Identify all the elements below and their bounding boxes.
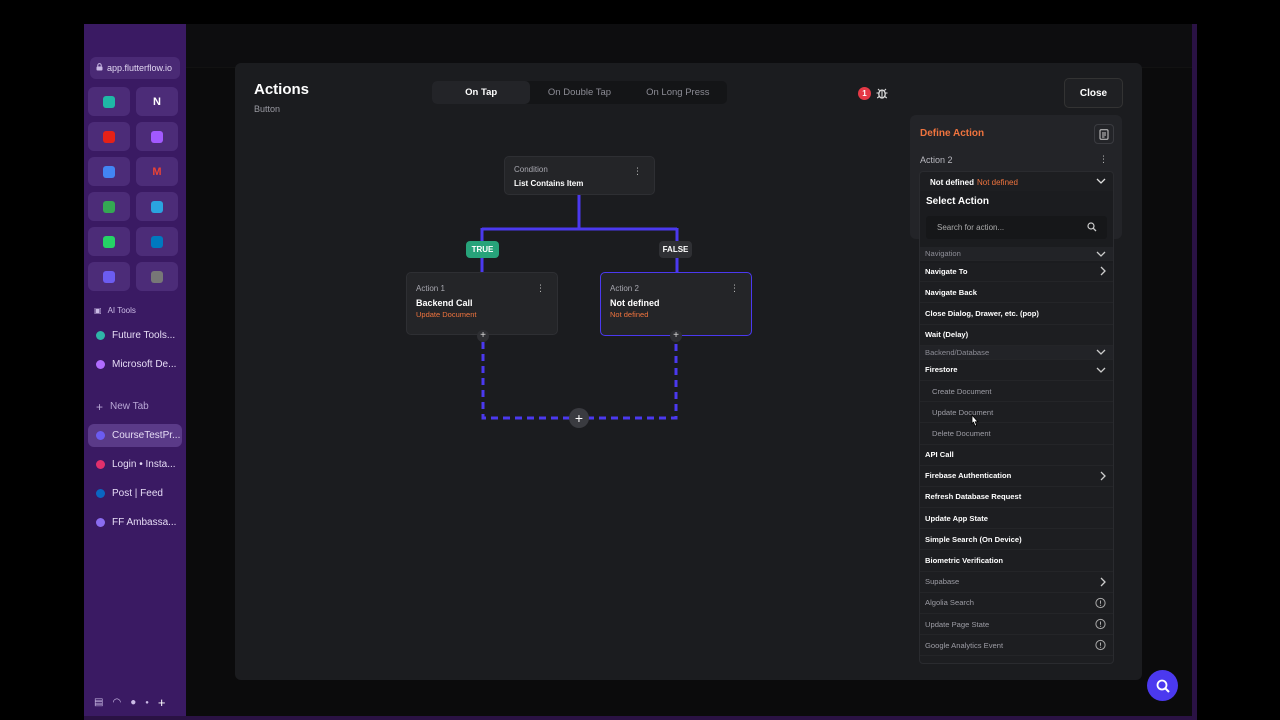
action-category[interactable]: Backend/Database	[920, 345, 1113, 360]
action-option[interactable]: Firestore	[920, 360, 1113, 381]
define-action-title: Define Action	[920, 128, 985, 139]
info-icon[interactable]	[1095, 597, 1106, 609]
action-option-label: Simple Search (On Device)	[925, 534, 1022, 544]
chevron-down-icon	[1096, 349, 1106, 356]
action-option[interactable]: Update App State	[920, 508, 1113, 530]
action-option-label: Update Document	[932, 407, 994, 417]
action-option[interactable]: Biometric Verification	[920, 550, 1113, 572]
action-type-select[interactable]: Not defined Not defined	[921, 173, 1113, 191]
action-option-label: Refresh Database Request	[925, 492, 1022, 502]
mouse-cursor-icon	[970, 413, 980, 433]
action-option-label: Supabase	[925, 577, 960, 587]
action-index-label: Action 2	[920, 155, 953, 165]
action-option-label: Firestore	[925, 365, 958, 375]
add-action-icon[interactable]: +	[569, 408, 589, 428]
action-option-label: Update App State	[925, 513, 989, 523]
action-option-label: Navigation	[925, 249, 961, 258]
action-search-input[interactable]: Search for action...	[926, 216, 1107, 239]
search-fab[interactable]	[1147, 670, 1178, 701]
action-option[interactable]: Delete Document	[920, 423, 1113, 445]
action-option-label: Update Page State	[925, 619, 990, 629]
search-icon	[1087, 222, 1097, 234]
true-branch-badge: TRUE	[466, 241, 499, 258]
condition-menu-icon[interactable]: ⋮	[633, 166, 642, 177]
action-option[interactable]: Algolia Search	[920, 593, 1113, 614]
action-option[interactable]: Update Page State	[920, 614, 1113, 636]
select-action-title: Select Action	[926, 196, 989, 207]
chevron-right-icon	[1100, 577, 1106, 587]
action-option[interactable]: Firebase Authentication	[920, 466, 1113, 487]
action-list: Navigation Navigate To Navigate Back Close …	[920, 247, 1113, 657]
action-option-label: Algolia Search	[925, 598, 974, 608]
info-icon[interactable]	[1095, 618, 1106, 630]
action-category[interactable]: Navigation	[920, 247, 1113, 261]
action-option-label: Backend/Database	[925, 347, 990, 357]
action-option-label: Navigate To	[925, 266, 968, 276]
documentation-button[interactable]	[1094, 124, 1114, 144]
action-option[interactable]: Navigate Back	[920, 282, 1113, 304]
action-option-label: Create Document	[932, 386, 992, 396]
action-option-label: Google Analytics Event	[925, 640, 1004, 650]
action-option[interactable]: Close Dialog, Drawer, etc. (pop)	[920, 303, 1113, 325]
action-option[interactable]: Wait (Delay)	[920, 325, 1113, 346]
action-2-menu-icon[interactable]: ⋮	[730, 283, 739, 294]
action-1-menu-icon[interactable]: ⋮	[536, 283, 545, 294]
false-branch-badge: FALSE	[659, 241, 692, 258]
action-option-label: API Call	[925, 450, 954, 460]
add-after-action-1-icon[interactable]: +	[477, 330, 489, 342]
chevron-down-icon	[1096, 251, 1106, 257]
magnifier-icon	[1156, 679, 1170, 693]
add-after-action-2-icon[interactable]: +	[670, 330, 682, 342]
action-2-node[interactable]: Action 2 Not defined Not defined ⋮	[600, 272, 752, 336]
action-option-label: Navigate Back	[925, 287, 977, 297]
action-option-label: Delete Document	[932, 428, 991, 438]
chevron-right-icon	[1100, 471, 1106, 481]
action-option-label: Wait (Delay)	[925, 330, 969, 340]
action-option[interactable]: Create Document	[920, 381, 1113, 403]
action-option[interactable]: Google Analytics Event	[920, 635, 1113, 657]
condition-node[interactable]: Condition List Contains Item ⋮	[504, 156, 655, 195]
action-option-label: Biometric Verification	[925, 556, 1004, 566]
action-option[interactable]: Simple Search (On Device)	[920, 529, 1113, 551]
action-option-label: Firebase Authentication	[925, 471, 1012, 481]
action-option[interactable]: Supabase	[920, 572, 1113, 593]
action-option-label: Close Dialog, Drawer, etc. (pop)	[925, 308, 1039, 318]
action-options-icon[interactable]: ⋮	[1099, 154, 1108, 165]
action-option[interactable]: Navigate To	[920, 261, 1113, 283]
chevron-up-icon	[1096, 177, 1106, 186]
action-1-node[interactable]: Action 1 Backend Call Update Document ⋮	[406, 272, 558, 335]
action-option[interactable]: Refresh Database Request	[920, 487, 1113, 509]
document-icon	[1099, 128, 1109, 140]
action-option[interactable]: API Call	[920, 445, 1113, 466]
select-action-dropdown: Not defined Not defined Select Action Se…	[919, 171, 1114, 664]
info-icon[interactable]	[1095, 640, 1106, 651]
action-option[interactable]: Update Document	[920, 402, 1113, 424]
chevron-down-icon	[1096, 367, 1106, 373]
chevron-right-icon	[1100, 266, 1106, 276]
